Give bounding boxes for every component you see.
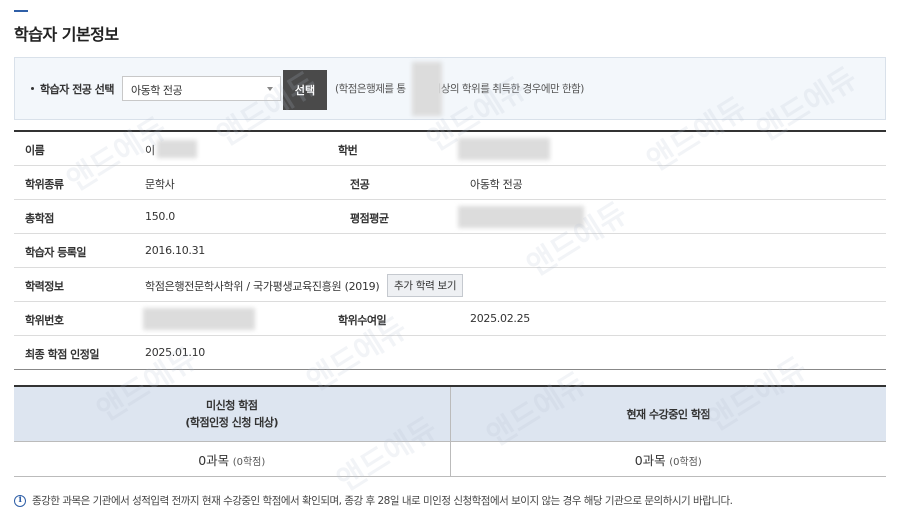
select-major-button[interactable]: 선택	[283, 70, 327, 110]
major-value: 아동학 전공	[470, 178, 523, 191]
info-row: 총학점 150.0 평점평균	[14, 200, 886, 234]
education-value: 학점은행전문학사학위 / 국가평생교육진흥원 (2019)	[145, 280, 380, 293]
unapplied-credits-header: 미신청 학점 (학점인정 신청 대상)	[14, 387, 450, 441]
redacted-area	[143, 308, 255, 330]
footnote-text: 종강한 과목은 기관에서 성적입력 전까지 현재 수강중인 학점에서 확인되며,…	[32, 495, 733, 507]
unapplied-header-line2: (학점인정 신청 대상)	[185, 416, 279, 429]
info-row: 학위번호 학위수여일 2025.02.25	[14, 302, 886, 336]
redacted-area	[458, 206, 584, 228]
total-credits-label: 총학점	[25, 212, 54, 225]
major-select-value: 아동학 전공	[131, 84, 183, 97]
redacted-area	[412, 62, 442, 116]
conferred-label: 학위수여일	[338, 314, 387, 327]
major-select-dropdown[interactable]: 아동학 전공	[122, 76, 281, 101]
title-accent-bar	[14, 10, 28, 12]
final-credit-label: 최종 학점 인정일	[25, 348, 100, 361]
registered-value: 2016.10.31	[145, 244, 205, 257]
education-label: 학력정보	[25, 280, 64, 293]
registered-label: 학습자 등록일	[25, 246, 87, 259]
major-select-label: 학습자 전공 선택	[40, 83, 115, 96]
final-credit-value: 2025.01.10	[145, 346, 205, 359]
degree-type-label: 학위종류	[25, 178, 64, 191]
credit-table-header: 미신청 학점 (학점인정 신청 대상) 현재 수강중인 학점	[14, 387, 886, 442]
more-education-button[interactable]: 추가 학력 보기	[387, 274, 464, 297]
total-credits-value: 150.0	[145, 210, 175, 223]
current-count: 0과목	[634, 452, 666, 468]
unapplied-credits-value: 0과목 (0학점)	[198, 450, 265, 469]
conferred-value: 2025.02.25	[470, 312, 530, 325]
info-row: 이름 이 학번	[14, 132, 886, 166]
student-no-label: 학번	[338, 144, 358, 157]
credit-status-table: 미신청 학점 (학점인정 신청 대상) 현재 수강중인 학점 0과목 (0학점)…	[14, 385, 886, 477]
note-prefix: (학점은행제를 통	[335, 83, 406, 95]
unapplied-header-line1: 미신청 학점	[206, 399, 258, 412]
info-row: 학위종류 문학사 전공 아동학 전공	[14, 166, 886, 200]
credit-table-body: 0과목 (0학점) 0과목 (0학점)	[14, 442, 886, 476]
learner-info-table: 이름 이 학번 학위종류 문학사 전공 아동학 전공 총학점 150.0 평점평…	[14, 130, 886, 370]
degree-no-label: 학위번호	[25, 314, 64, 327]
current-header: 현재 수강중인 학점	[626, 407, 711, 421]
major-select-note: (학점은행제를 통 이상의 학위를 취득한 경우에만 한함)	[335, 81, 584, 96]
major-select-panel: 학습자 전공 선택 아동학 전공 선택 (학점은행제를 통 이상의 학위를 취득한…	[14, 57, 886, 120]
degree-type-value: 문학사	[145, 178, 175, 191]
info-row: 최종 학점 인정일 2025.01.10	[14, 336, 886, 370]
redacted-area	[157, 140, 197, 158]
page-title: 학습자 기본정보	[14, 25, 119, 44]
name-label: 이름	[25, 144, 45, 157]
info-circle-icon: i	[14, 494, 26, 507]
gpa-label: 평점평균	[350, 212, 389, 225]
redacted-area	[458, 138, 550, 160]
current-sub: (0학점)	[669, 456, 702, 468]
major-label: 전공	[350, 178, 370, 191]
unapplied-credits-cell: 0과목 (0학점)	[14, 442, 450, 476]
info-row: 학력정보 학점은행전문학사학위 / 국가평생교육진흥원 (2019) 추가 학력…	[14, 268, 886, 302]
current-credits-cell: 0과목 (0학점)	[449, 442, 887, 476]
unapplied-sub: (0학점)	[232, 456, 266, 468]
bullet-icon	[31, 87, 34, 90]
info-row: 학습자 등록일 2016.10.31	[14, 234, 886, 268]
name-value: 이	[145, 144, 155, 157]
current-credits-header: 현재 수강중인 학점	[449, 387, 887, 441]
current-credits-value: 0과목 (0학점)	[635, 450, 702, 469]
note-suffix: 이상의 학위를 취득한 경우에만 한함)	[431, 83, 585, 95]
unapplied-count: 0과목	[198, 452, 230, 468]
chevron-down-icon	[267, 87, 273, 91]
footnote: i 종강한 과목은 기관에서 성적입력 전까지 현재 수강중인 학점에서 확인되…	[14, 493, 733, 508]
